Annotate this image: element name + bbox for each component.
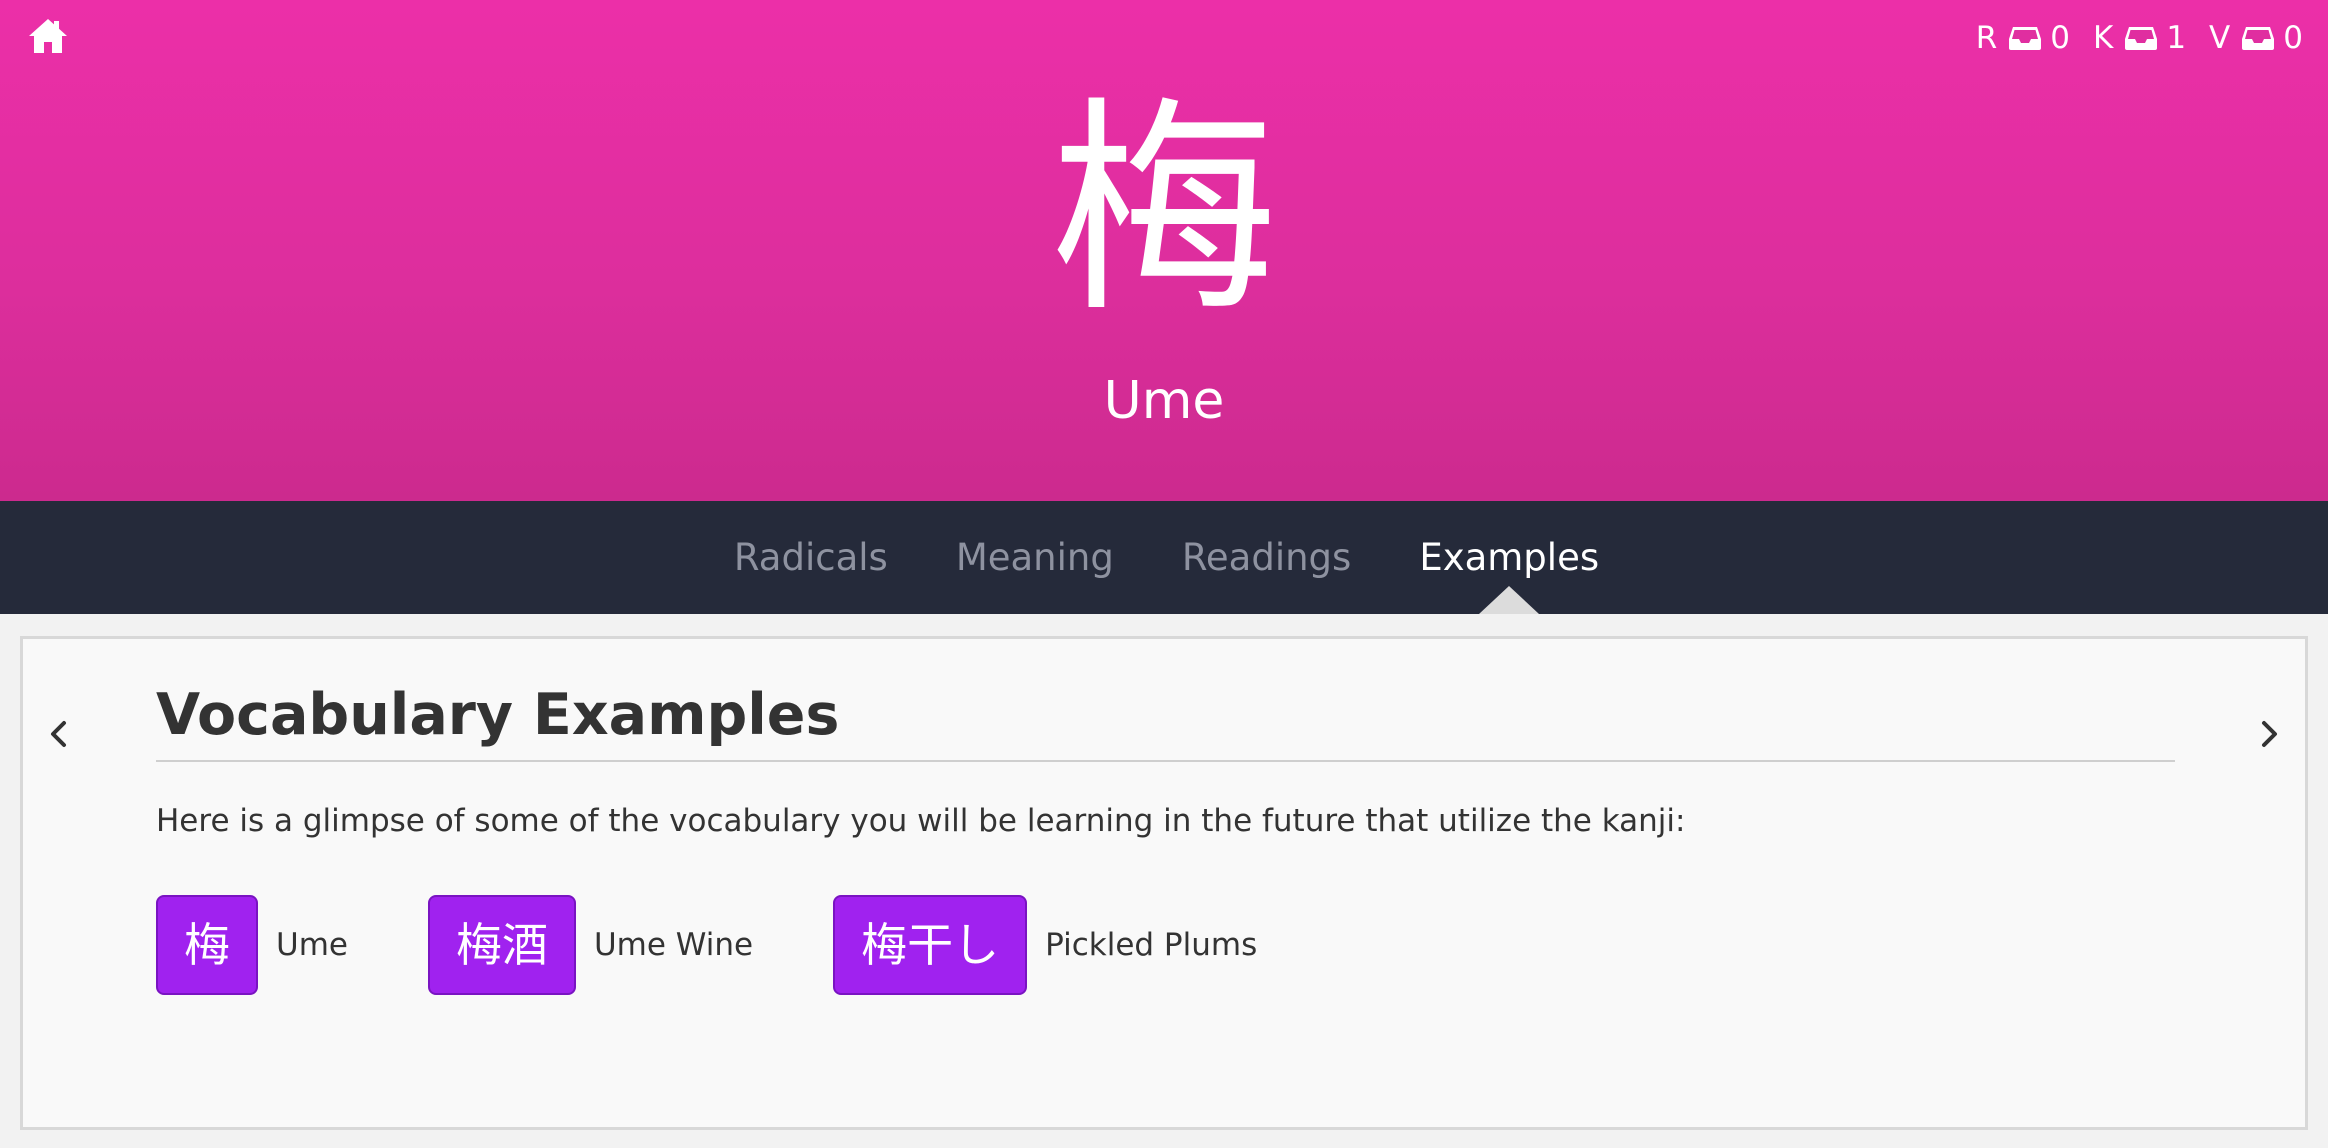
vocab-example-item[interactable]: 梅干し Pickled Plums	[833, 895, 1257, 995]
next-button[interactable]	[2245, 699, 2295, 769]
tab-examples[interactable]: Examples	[1419, 501, 1599, 614]
home-icon	[29, 19, 67, 53]
previous-button[interactable]	[33, 699, 83, 769]
title-divider	[156, 760, 2175, 762]
queue-kanji[interactable]: K 1	[2093, 20, 2187, 56]
tab-readings[interactable]: Readings	[1182, 501, 1351, 614]
queue-vocabulary[interactable]: V 0	[2209, 20, 2304, 56]
section-title: Vocabulary Examples	[156, 682, 840, 748]
queue-count: 0	[2283, 20, 2304, 56]
tab-meaning[interactable]: Meaning	[956, 501, 1114, 614]
review-queues: R 0 K 1 V 0	[1976, 18, 2304, 58]
vocab-chip[interactable]: 梅干し	[833, 895, 1028, 995]
home-button[interactable]	[26, 16, 70, 56]
queue-letter: R	[1975, 20, 1999, 56]
kanji-character: 梅	[1050, 77, 1278, 343]
intro-text: Here is a glimpse of some of the vocabul…	[156, 803, 1686, 839]
vocab-meaning: Ume	[276, 927, 348, 963]
chevron-right-icon	[2262, 721, 2277, 747]
kanji-meaning: Ume	[1103, 371, 1225, 431]
vocabulary-examples: 梅 Ume 梅酒 Ume Wine 梅干し Pickled Plums	[156, 895, 1337, 995]
examples-panel: Vocabulary Examples Here is a glimpse of…	[20, 636, 2308, 1130]
chevron-left-icon	[51, 721, 66, 747]
inbox-tray-icon	[2242, 27, 2275, 50]
vocab-meaning: Pickled Plums	[1045, 927, 1258, 963]
kanji-header: R 0 K 1 V 0 梅 Ume	[0, 0, 2328, 501]
vocab-chip[interactable]: 梅酒	[427, 895, 576, 995]
vocab-example-item[interactable]: 梅 Ume	[156, 895, 348, 995]
queue-letter: K	[2092, 20, 2115, 56]
queue-count: 0	[2050, 20, 2071, 56]
vocab-example-item[interactable]: 梅酒 Ume Wine	[427, 895, 754, 995]
queue-radicals[interactable]: R 0	[1976, 20, 2071, 56]
vocab-chip[interactable]: 梅	[156, 895, 258, 995]
inbox-tray-icon	[2125, 27, 2158, 50]
vocab-meaning: Ume Wine	[593, 927, 754, 963]
tab-radicals[interactable]: Radicals	[734, 501, 888, 614]
section-tab-bar: Radicals Meaning Readings Examples	[0, 501, 2328, 614]
queue-letter: V	[2209, 20, 2232, 56]
queue-count: 1	[2166, 20, 2188, 56]
inbox-tray-icon	[2009, 27, 2042, 50]
